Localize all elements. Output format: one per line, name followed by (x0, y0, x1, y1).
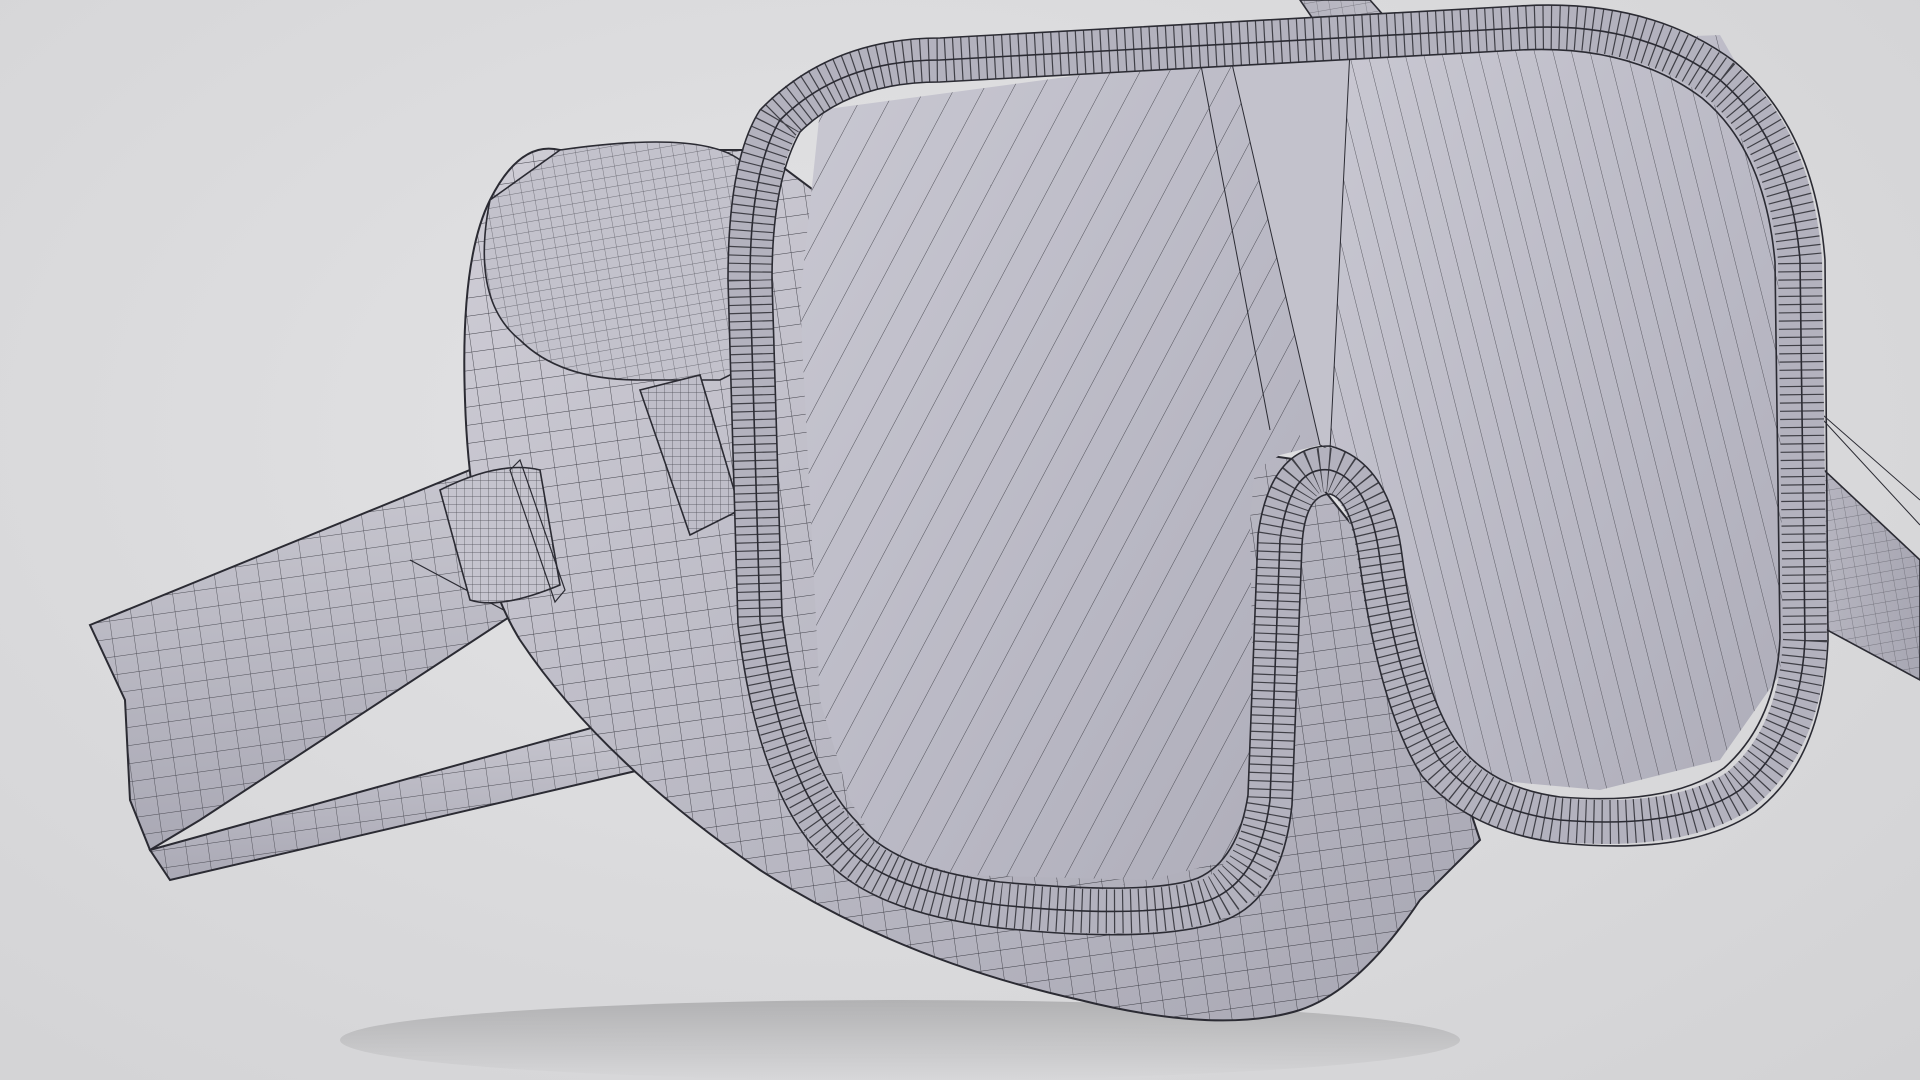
model-render (88, 0, 1920, 1080)
viewport-background (0, 0, 1920, 1080)
